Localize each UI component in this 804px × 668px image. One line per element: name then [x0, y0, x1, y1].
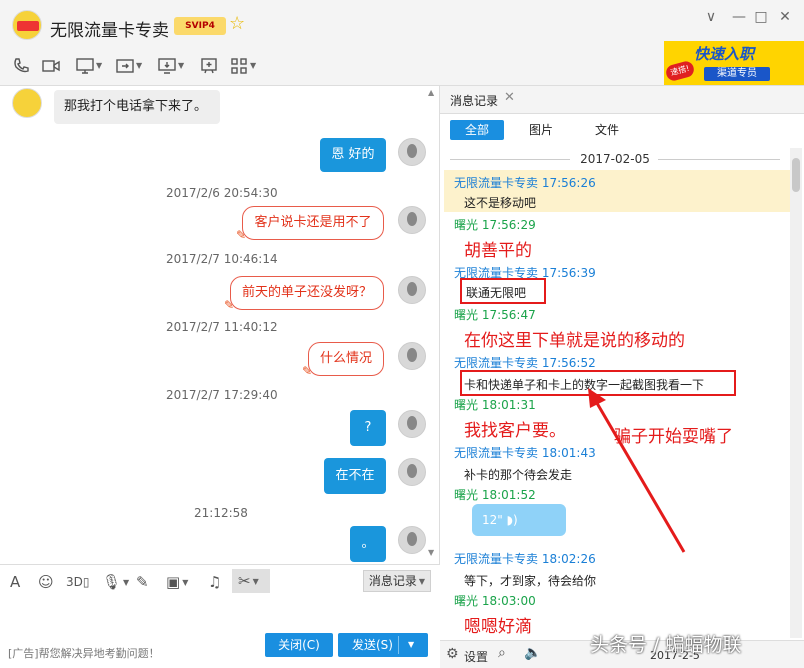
incoming-message: 那我打个电话拿下来了。 — [54, 90, 220, 124]
chat-message-area[interactable]: 那我打个电话拿下来了。 恩 好的 2017/2/6 20:54:30 客户说卡还… — [0, 86, 440, 564]
history-sender: 曙光 18:03:00 — [454, 594, 536, 608]
pencil-icon: ✎ — [224, 298, 235, 312]
magic-emoji-icon[interactable]: 3D▯ — [66, 575, 89, 589]
outgoing-message-styled: 前天的单子还没发呀？ — [230, 276, 384, 310]
whiteboard-icon[interactable] — [200, 54, 218, 76]
history-sender: 曙光 18:01:31 — [454, 398, 536, 412]
red-annotation: 胡善平的 — [464, 241, 532, 261]
filter-all[interactable]: 全部 — [450, 120, 504, 140]
message-timestamp: 2017/2/7 17:29:40 — [166, 388, 278, 402]
screenshot-icon[interactable]: ✂ ▼ — [232, 569, 270, 593]
chevron-down-icon[interactable]: ▼ — [408, 633, 414, 657]
history-sender: 曙光 17:56:47 — [454, 308, 536, 322]
phone-icon[interactable] — [12, 54, 30, 76]
history-scrollbar[interactable] — [790, 148, 802, 638]
outgoing-message-styled: 客户说卡还是用不了 — [242, 206, 384, 240]
send-file-icon[interactable]: ▼ — [116, 54, 142, 76]
message-timestamp: 21:12:58 — [194, 506, 248, 520]
apps-icon[interactable]: ▼ — [230, 54, 256, 76]
ad-banner-title: 快速入职 — [694, 45, 755, 63]
vip-badge: SVIP4 — [174, 17, 226, 35]
ad-banner-tag: 速搭! — [664, 59, 696, 83]
minimize-icon[interactable]: — — [730, 8, 748, 26]
message-record-button[interactable]: 消息记录 ▼ — [363, 570, 431, 592]
contact-avatar[interactable] — [12, 10, 42, 40]
history-sender: 曙光 17:56:29 — [454, 218, 536, 232]
voice-input-icon[interactable]: 🎙 ▼ — [102, 573, 129, 591]
scroll-down-icon[interactable]: ▼ — [428, 548, 434, 557]
emoji-icon[interactable]: ☺ — [38, 573, 54, 591]
self-avatar[interactable] — [398, 458, 426, 486]
message-timestamp: 2017/2/6 20:54:30 — [166, 186, 278, 200]
outgoing-message: 在不在 — [324, 458, 386, 494]
settings-icon[interactable]: ⚙ — [446, 646, 459, 662]
ad-banner-subtitle: 渠道专员 — [704, 67, 770, 81]
red-annotation: 嗯嗯好滴 — [464, 617, 532, 637]
doodle-icon[interactable]: ✎ — [136, 573, 149, 591]
star-icon[interactable]: ☆ — [229, 13, 245, 34]
scroll-up-icon[interactable]: ▲ — [428, 88, 434, 97]
sound-wave-icon: ◗) — [506, 513, 518, 527]
history-scroll-thumb[interactable] — [792, 158, 800, 192]
history-date-separator: 2017-02-05 — [440, 152, 790, 166]
self-avatar[interactable] — [398, 276, 426, 304]
history-text: 补卡的那个待会发走 — [464, 468, 573, 482]
history-filter-bar: 全部 图片 文件 — [440, 114, 804, 148]
settings-label[interactable]: 设置 — [464, 648, 488, 665]
history-sender: 无限流量卡专卖 18:01:43 — [454, 446, 596, 460]
ad-text[interactable]: [广告]帮您解决异地考勤问题！ — [8, 645, 160, 661]
red-annotation: 在你这里下单就是说的移动的 — [464, 331, 685, 351]
self-avatar[interactable] — [398, 138, 426, 166]
skin-icon[interactable]: ∨ — [702, 8, 720, 26]
pencil-icon: ✎ — [236, 228, 247, 242]
image-icon[interactable]: ▣ ▼ — [166, 573, 188, 591]
music-icon[interactable]: ♫ — [208, 573, 221, 591]
message-timestamp: 2017/2/7 11:40:12 — [166, 320, 278, 334]
outgoing-message: 。 — [350, 526, 386, 562]
speaker-icon[interactable]: 🔈 — [524, 645, 541, 661]
self-avatar[interactable] — [398, 342, 426, 370]
close-button[interactable]: 关闭(C) — [265, 633, 333, 657]
red-annotation: 我找客户要。 — [464, 421, 566, 441]
close-icon[interactable]: ✕ — [776, 8, 794, 26]
message-history-panel: 消息记录 ✕ 全部 图片 文件 2017-02-05 无限流量卡专卖 17:56… — [440, 86, 804, 668]
history-sender: 无限流量卡专卖 17:56:26 — [454, 176, 596, 190]
red-arrow-annotation — [588, 388, 686, 553]
message-input-area[interactable]: A ☺ 3D▯ 🎙 ▼ ✎ ▣ ▼ ♫ ✂ ▼ 消息记录 ▼ [广告]帮您解决异地考勤问… — [0, 564, 440, 668]
history-text: 这不是移动吧 — [464, 196, 537, 210]
maximize-icon[interactable]: □ — [752, 8, 770, 26]
tab-message-history[interactable]: 消息记录 — [450, 92, 498, 109]
font-icon[interactable]: A — [10, 573, 20, 591]
filter-images[interactable]: 图片 — [520, 120, 562, 140]
history-sender: 曙光 18:01:52 — [454, 488, 536, 502]
history-text: 等下，才到家，待会给你 — [464, 574, 597, 588]
pencil-icon: ✎ — [302, 364, 313, 378]
history-tab-bar: 消息记录 ✕ — [440, 86, 804, 114]
history-sender: 无限流量卡专卖 18:02:26 — [454, 552, 596, 566]
ad-banner[interactable]: 快速入职 速搭! 渠道专员 — [664, 41, 804, 85]
watermark-text: 头条号 / 蝙蝠物联 — [590, 634, 742, 656]
contact-avatar-small[interactable] — [12, 88, 42, 118]
message-timestamp: 2017/2/7 10:46:14 — [166, 252, 278, 266]
voice-message[interactable]: 12" ◗) — [472, 504, 566, 536]
video-icon[interactable] — [42, 54, 60, 76]
self-avatar[interactable] — [398, 410, 426, 438]
self-avatar[interactable] — [398, 526, 426, 554]
outgoing-message-styled: 什么情况 — [308, 342, 384, 376]
screen-share-icon[interactable]: ▼ — [76, 54, 102, 76]
outgoing-message: 恩 好的 — [320, 138, 386, 172]
filter-files[interactable]: 文件 — [586, 120, 628, 140]
remote-desktop-icon[interactable]: ▼ — [158, 54, 184, 76]
history-sender: 无限流量卡专卖 17:56:52 — [454, 356, 596, 370]
send-button[interactable]: 发送(S) ▼ — [338, 633, 428, 657]
search-icon[interactable]: ⌕ — [498, 645, 506, 661]
history-text: 联通无限吧 — [466, 286, 527, 300]
outgoing-message: ? — [350, 410, 386, 446]
self-avatar[interactable] — [398, 206, 426, 234]
window-title: 无限流量卡专卖 — [50, 21, 169, 41]
chat-scrollbar[interactable]: ▲ ▼ — [426, 86, 438, 564]
close-icon[interactable]: ✕ — [504, 90, 515, 105]
